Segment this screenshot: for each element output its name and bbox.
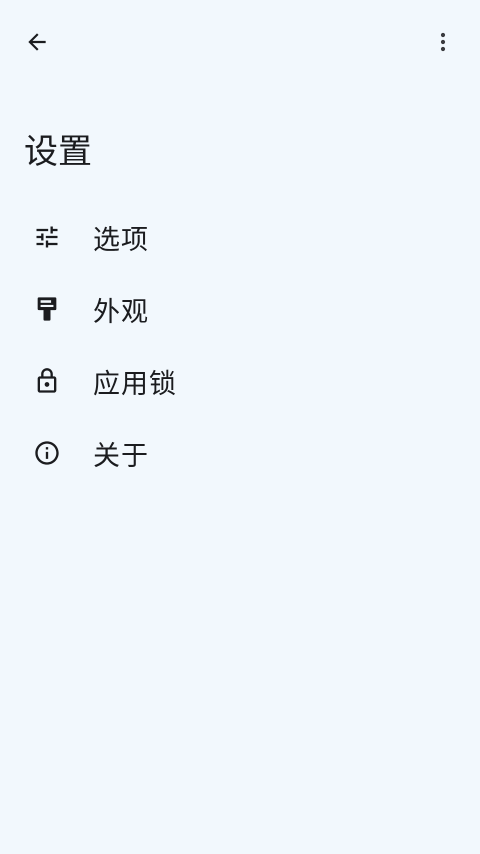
page-title: 设置 (24, 132, 92, 172)
more-vert-icon (440, 32, 446, 52)
lock-icon (33, 367, 61, 395)
menu-item-label: 外观 (93, 296, 149, 328)
paint-roller-icon (33, 295, 61, 323)
settings-menu: 选项 外观 应用锁 关于 (0, 201, 480, 489)
menu-item-app-lock[interactable]: 应用锁 (0, 345, 480, 417)
menu-item-label: 关于 (93, 440, 149, 472)
arrow-back-icon (28, 33, 46, 51)
menu-item-appearance[interactable]: 外观 (0, 273, 480, 345)
menu-item-label: 选项 (93, 224, 149, 256)
menu-item-label: 应用锁 (93, 368, 177, 400)
settings-screen: 设置 选项 外观 应用锁 关于 (0, 0, 480, 854)
more-options-button[interactable] (419, 18, 467, 66)
menu-item-options[interactable]: 选项 (0, 201, 480, 273)
tune-sliders-icon (33, 223, 61, 251)
info-icon (33, 439, 61, 467)
top-app-bar (0, 0, 480, 84)
back-button[interactable] (13, 18, 61, 66)
menu-item-about[interactable]: 关于 (0, 417, 480, 489)
